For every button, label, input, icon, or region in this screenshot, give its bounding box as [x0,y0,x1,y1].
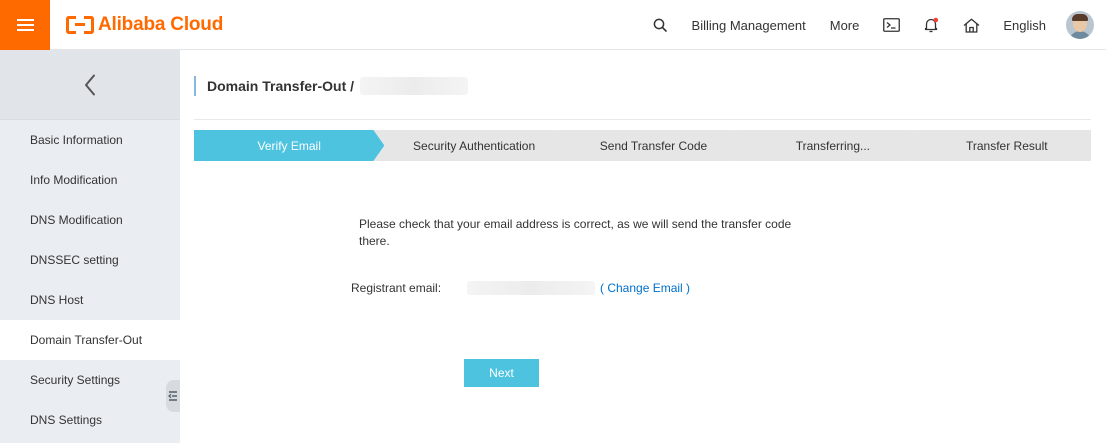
main-content: Domain Transfer-Out / Verify Email Secur… [194,50,1091,443]
collapse-menu-icon [168,391,177,401]
sidebar-item-dnssec-setting[interactable]: DNSSEC setting [0,240,180,280]
sidebar-item-basic-information[interactable]: Basic Information [0,120,180,160]
back-button[interactable] [0,50,180,120]
terminal-icon [882,18,900,32]
registrant-email-row: Registrant email: ( Change Email ) [351,281,690,295]
top-right-actions: Billing Management More English [640,0,1106,50]
user-avatar[interactable] [1066,11,1094,39]
home-button[interactable] [951,0,991,50]
bell-icon [925,17,939,33]
more-menu[interactable]: More [818,0,872,50]
sidebar-item-info-modification[interactable]: Info Modification [0,160,180,200]
language-selector[interactable]: English [991,0,1058,50]
cloud-shell-button[interactable] [871,0,911,50]
sidebar: Basic Information Info Modification DNS … [0,50,180,443]
sidebar-menu: Basic Information Info Modification DNS … [0,120,180,440]
change-email-link[interactable]: ( Change Email ) [600,281,690,295]
transfer-steps: Verify Email Security Authentication Sen… [194,130,1091,161]
step-transfer-result: Transfer Result [911,130,1091,161]
step-send-transfer-code: Send Transfer Code [552,130,744,161]
title-divider [194,119,1091,120]
page-title: Domain Transfer-Out / [207,78,355,94]
home-icon [963,18,980,33]
sidebar-item-dns-settings[interactable]: DNS Settings [0,400,180,440]
sidebar-item-dns-host[interactable]: DNS Host [0,280,180,320]
step-transferring: Transferring... [732,130,923,161]
top-navigation-bar: Alibaba Cloud Billing Management More En… [0,0,1106,50]
redacted-email-value [467,281,595,295]
logo-icon [66,15,94,34]
email-check-notice: Please check that your email address is … [359,217,792,248]
search-icon [653,18,667,32]
logo-text: Alibaba Cloud [98,13,224,35]
menu-icon [16,18,34,21]
redacted-domain-name [360,77,469,95]
notifications-button[interactable] [911,0,951,50]
sidebar-item-security-settings[interactable]: Security Settings [0,360,180,400]
sidebar-item-dns-modification[interactable]: DNS Modification [0,200,180,240]
billing-management-link[interactable]: Billing Management [680,0,818,50]
step-security-authentication: Security Authentication [373,130,564,161]
registrant-email-label: Registrant email: [351,281,442,295]
sidebar-collapse-toggle[interactable] [166,380,180,412]
sidebar-item-domain-transfer-out[interactable]: Domain Transfer-Out [0,320,180,360]
next-button[interactable]: Next [464,359,539,387]
menu-button[interactable] [0,0,50,50]
chevron-left-icon [85,74,95,95]
breadcrumb: Domain Transfer-Out / [194,76,469,96]
search-button[interactable] [640,0,680,50]
alibaba-cloud-logo[interactable]: Alibaba Cloud [66,0,223,50]
step-verify-email: Verify Email [194,130,385,161]
